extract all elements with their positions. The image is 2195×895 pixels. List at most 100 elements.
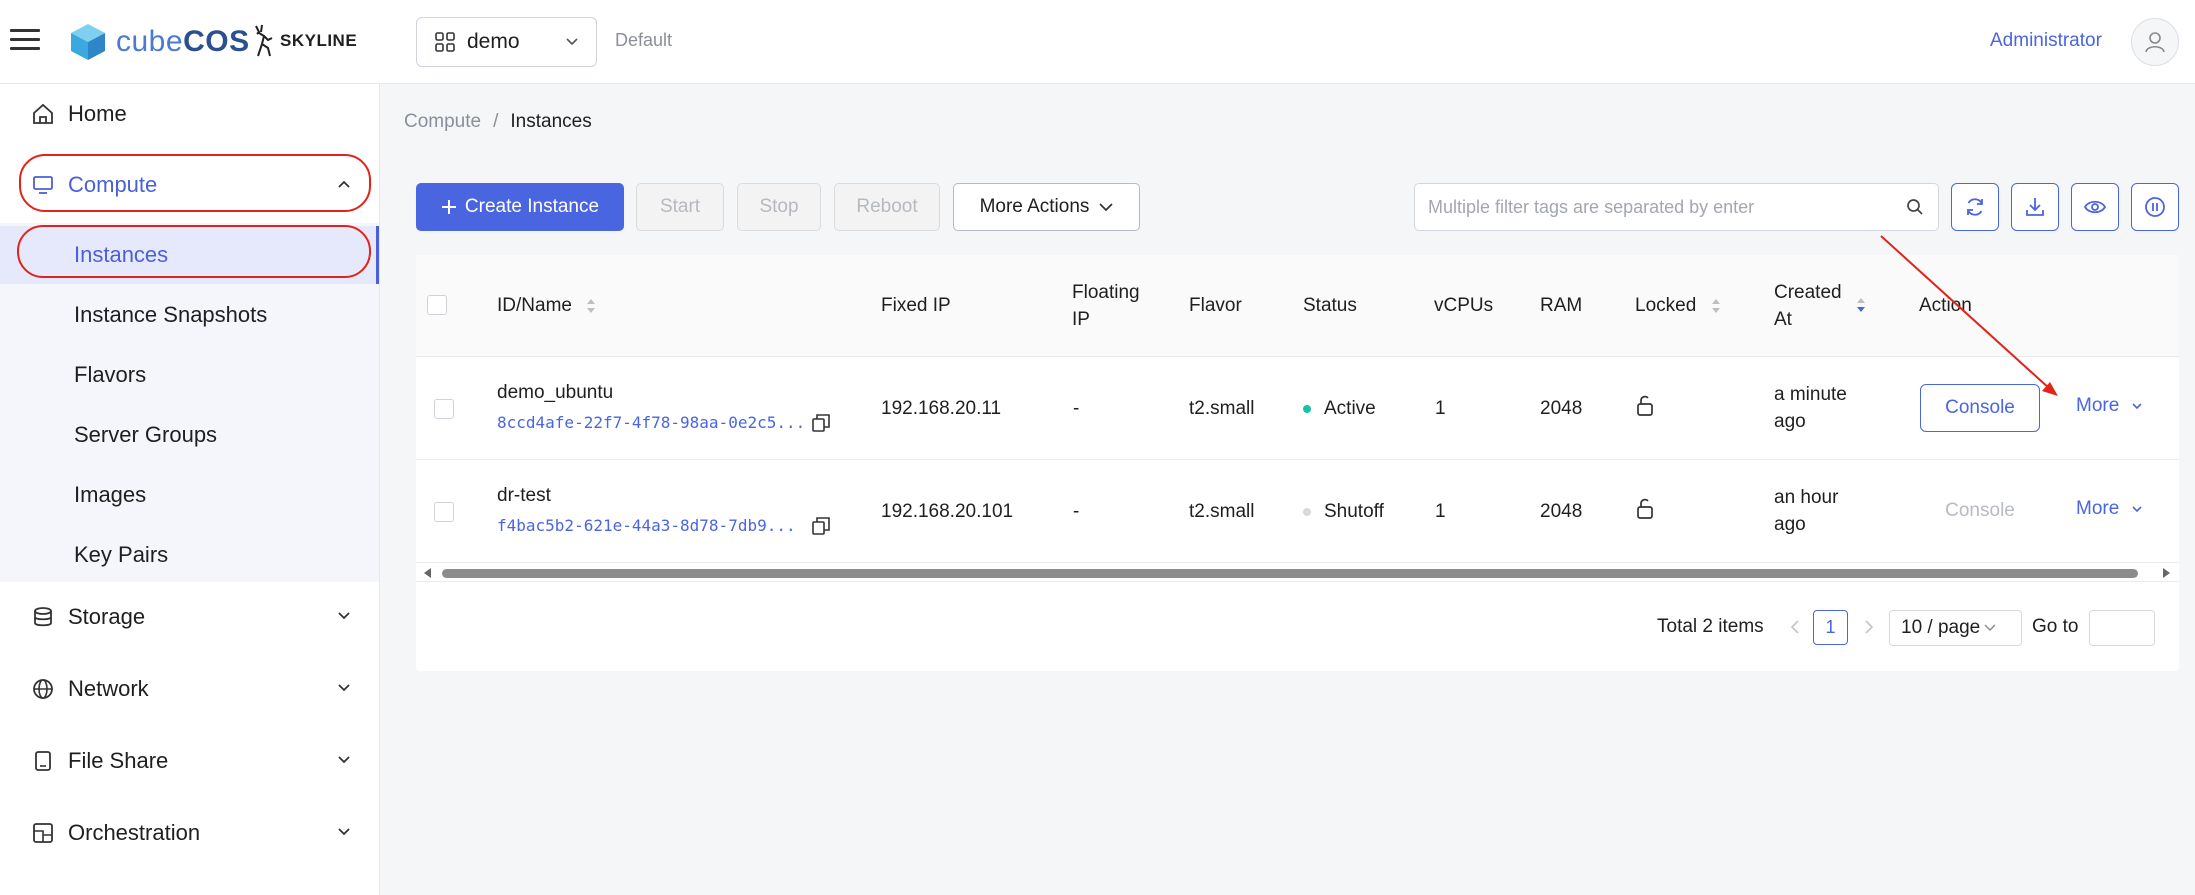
goto-label: Go to <box>2032 616 2079 637</box>
row-checkbox[interactable] <box>434 502 454 522</box>
sidebar-item-file-share[interactable]: File Share <box>0 733 379 789</box>
unlock-icon <box>1637 395 1653 416</box>
user-avatar[interactable] <box>2131 18 2179 66</box>
chevron-down-icon <box>338 828 350 836</box>
sort-icon <box>1711 298 1720 313</box>
table-row: dr-test f4bac5b2-621e-44a3-8d78-7db9... … <box>416 460 2179 563</box>
sidebar-item-label: Storage <box>68 604 146 629</box>
database-icon <box>34 607 52 627</box>
sidebar-item-storage[interactable]: Storage <box>0 589 379 645</box>
column-label: Locked <box>1635 295 1697 316</box>
column-created-at[interactable]: Created At <box>1774 279 1842 333</box>
flavor: t2.small <box>1189 398 1255 419</box>
pause-icon <box>2145 197 2165 217</box>
floating-ip: - <box>1073 501 1080 522</box>
sidebar-item-network[interactable]: Network <box>0 661 379 717</box>
scrollbar-thumb[interactable] <box>442 569 2138 578</box>
more-label: More <box>2076 395 2120 416</box>
more-actions-button[interactable]: More Actions <box>953 183 1140 231</box>
column-label: IP <box>1072 309 1090 330</box>
next-page-icon[interactable] <box>1864 620 1874 634</box>
page-1-button[interactable]: 1 <box>1813 610 1848 645</box>
compute-submenu: Instances Instance Snapshots Flavors Ser… <box>0 223 379 582</box>
download-button[interactable] <box>2011 183 2059 231</box>
sidebar-item-key-pairs[interactable]: Key Pairs <box>0 526 379 584</box>
create-instance-button[interactable]: Create Instance <box>416 183 624 231</box>
console-button-disabled[interactable]: Console <box>1920 487 2040 535</box>
more-dropdown[interactable]: More <box>2076 395 2143 417</box>
ram: 2048 <box>1540 501 1583 522</box>
stop-button[interactable]: Stop <box>737 183 821 231</box>
pagination-total: Total 2 items <box>1657 616 1764 637</box>
row-checkbox[interactable] <box>434 399 454 419</box>
instance-id-link[interactable]: f4bac5b2-621e-44a3-8d78-7db9... <box>497 512 796 539</box>
horizontal-scrollbar[interactable] <box>416 564 2179 582</box>
skyline-deer-icon <box>255 24 273 57</box>
sidebar-item-instance-snapshots[interactable]: Instance Snapshots <box>0 286 379 344</box>
column-visibility-button[interactable] <box>2071 183 2119 231</box>
scroll-right-icon[interactable] <box>2162 567 2172 579</box>
reboot-button[interactable]: Reboot <box>834 183 940 231</box>
chevron-down-icon <box>566 38 578 46</box>
prev-page-icon[interactable] <box>1790 620 1800 634</box>
search-icon[interactable] <box>1906 198 1924 216</box>
chevron-down-icon <box>2132 403 2142 410</box>
refresh-button[interactable] <box>1951 183 1999 231</box>
column-status: Status <box>1303 295 1357 316</box>
breadcrumb-separator: / <box>493 111 499 132</box>
create-instance-label: Create Instance <box>464 196 600 217</box>
flavor: t2.small <box>1189 501 1255 522</box>
column-fixed-ip: Fixed IP <box>881 295 951 316</box>
created-at: an hour ago <box>1774 484 1838 538</box>
sort-icon <box>587 298 596 313</box>
column-vcpus: vCPUs <box>1434 295 1494 316</box>
user-name-link[interactable]: Administrator <box>1990 30 2102 52</box>
project-name: demo <box>467 30 520 53</box>
sidebar-item-label: File Share <box>68 748 169 773</box>
status-text: Shutoff <box>1324 501 1384 522</box>
select-all-checkbox[interactable] <box>427 295 447 315</box>
sidebar-item-orchestration[interactable]: Orchestration <box>0 805 379 861</box>
sidebar-item-home[interactable]: Home <box>0 86 379 142</box>
column-locked[interactable]: Locked <box>1635 292 1722 319</box>
sidebar-item-images[interactable]: Images <box>0 466 379 524</box>
chevron-down-icon <box>338 684 350 692</box>
instance-id-link[interactable]: 8ccd4afe-22f7-4f78-98aa-0e2c5... <box>497 409 805 436</box>
column-ram: RAM <box>1540 295 1583 316</box>
chevron-down-icon <box>2132 506 2142 513</box>
sidebar-item-label: Home <box>68 101 127 126</box>
menu-toggle-icon[interactable] <box>10 26 40 56</box>
created-at-line: a minute <box>1774 384 1847 405</box>
page-size-select[interactable]: 10 / page <box>1889 610 2022 646</box>
page-size-value: 10 / page <box>1901 617 1981 638</box>
pause-refresh-button[interactable] <box>2131 183 2179 231</box>
goto-page-input[interactable] <box>2089 610 2155 646</box>
more-dropdown[interactable]: More <box>2076 498 2143 520</box>
console-button[interactable]: Console <box>1920 384 2040 432</box>
scroll-left-icon[interactable] <box>422 567 432 579</box>
column-id-name[interactable]: ID/Name <box>497 292 597 319</box>
cubecos-logo: cubeCOS <box>70 22 250 62</box>
vcpus: 1 <box>1435 501 1446 522</box>
search-input[interactable] <box>1428 196 1906 218</box>
chevron-down-icon <box>1099 202 1114 211</box>
sort-desc-icon[interactable] <box>1855 295 1867 315</box>
logo-cos-text: COS <box>183 25 250 58</box>
globe-icon <box>33 679 53 699</box>
project-selector[interactable]: demo <box>416 17 597 67</box>
chevron-down-icon <box>338 756 350 764</box>
sidebar-item-server-groups[interactable]: Server Groups <box>0 406 379 464</box>
table-header: ID/Name Fixed IP Floating IP Flavor Stat… <box>416 255 2179 357</box>
sidebar-item-flavors[interactable]: Flavors <box>0 346 379 404</box>
monitor-icon <box>33 176 53 194</box>
file-share-icon <box>35 751 51 771</box>
sidebar-item-instances[interactable]: Instances <box>0 226 379 284</box>
status-dot-shutoff <box>1303 507 1311 516</box>
breadcrumb-parent[interactable]: Compute <box>404 111 481 132</box>
floating-ip: - <box>1073 398 1080 419</box>
top-header: cubeCOS SKYLINE demo Default Administrat… <box>0 0 2195 84</box>
copy-icon[interactable] <box>812 517 830 535</box>
start-button[interactable]: Start <box>636 183 724 231</box>
copy-icon[interactable] <box>812 414 830 432</box>
sidebar-item-compute[interactable]: Compute <box>0 157 379 213</box>
